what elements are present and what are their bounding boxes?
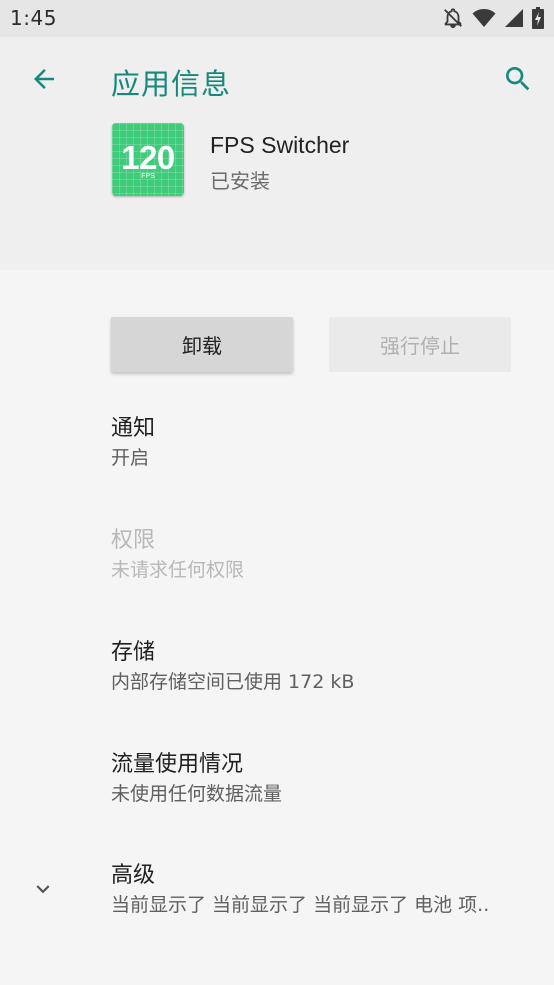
app-icon-unit: FPS	[141, 173, 155, 180]
status-bar: 1:45	[0, 0, 554, 37]
permissions-title: 权限	[111, 528, 156, 553]
advanced-title: 高级	[111, 863, 156, 888]
data-usage-title: 流量使用情况	[111, 752, 244, 777]
notifications-title: 通知	[111, 416, 156, 441]
data-usage-summary: 未使用任何数据流量	[111, 783, 283, 805]
back-button[interactable]	[22, 59, 66, 103]
battery-icon	[532, 7, 544, 29]
expand-advanced-button[interactable]	[30, 878, 56, 904]
storage-summary: 内部存储空间已使用 172 kB	[111, 671, 355, 693]
signal-icon	[504, 8, 524, 28]
app-install-status: 已安装	[210, 169, 270, 193]
app-icon-number: 120	[121, 139, 175, 176]
advanced-summary: 当前显示了 当前显示了 当前显示了 电池 项..	[111, 894, 490, 916]
advanced-item[interactable]: 高级 当前显示了 当前显示了 当前显示了 电池 项..	[111, 861, 541, 919]
storage-title: 存储	[111, 640, 156, 665]
status-time: 1:45	[10, 6, 57, 30]
uninstall-button[interactable]: 卸载	[111, 317, 293, 372]
data-usage-item[interactable]: 流量使用情况 未使用任何数据流量	[111, 750, 541, 808]
wifi-icon	[472, 8, 496, 28]
chevron-down-icon	[30, 876, 56, 906]
notifications-item[interactable]: 通知 开启	[111, 414, 541, 472]
force-stop-button: 强行停止	[329, 317, 511, 372]
page-title: 应用信息	[111, 67, 232, 101]
status-icons	[442, 7, 544, 29]
search-icon	[502, 63, 534, 99]
search-button[interactable]	[496, 59, 540, 103]
app-name: FPS Switcher	[210, 132, 350, 158]
arrow-left-icon	[29, 64, 59, 98]
permissions-summary: 未请求任何权限	[111, 559, 245, 581]
notifications-summary: 开启	[111, 447, 150, 469]
notifications-off-icon	[442, 7, 464, 29]
storage-item[interactable]: 存储 内部存储空间已使用 172 kB	[111, 638, 541, 696]
permissions-item: 权限 未请求任何权限	[111, 526, 541, 584]
app-icon: 120 FPS	[112, 123, 184, 196]
app-bar: 应用信息	[0, 37, 554, 123]
